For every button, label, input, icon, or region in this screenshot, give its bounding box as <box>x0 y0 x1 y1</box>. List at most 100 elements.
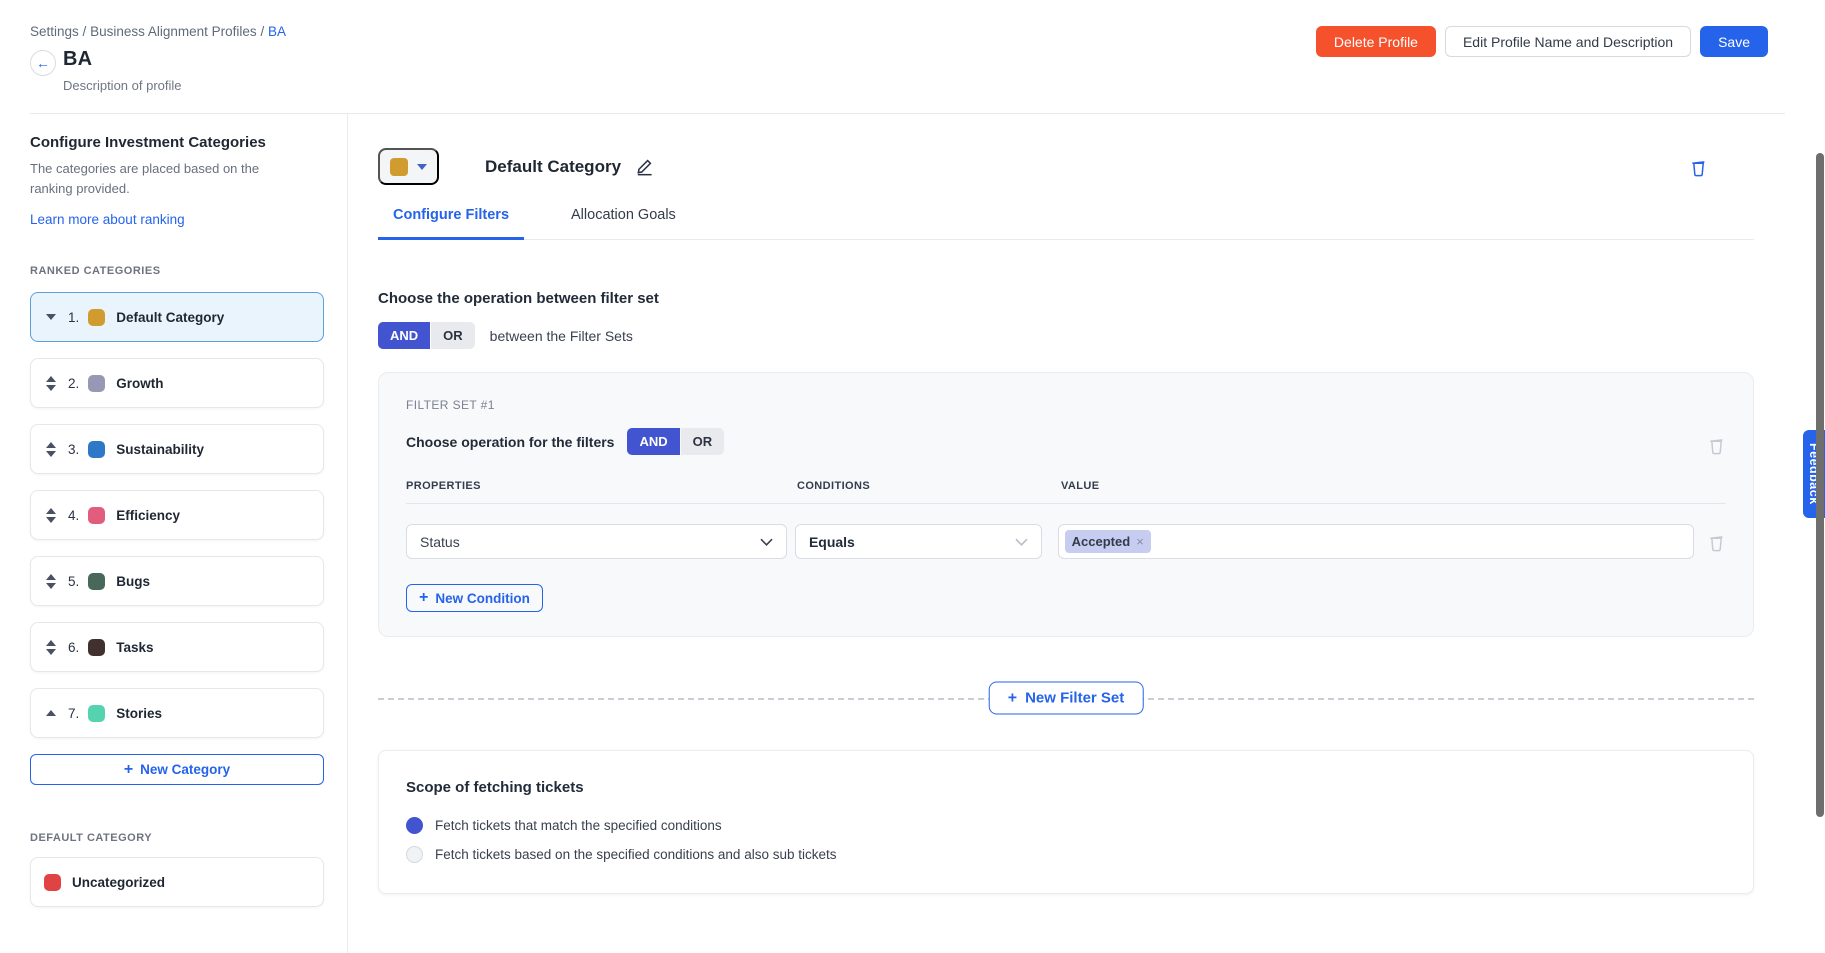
remove-tag-icon[interactable]: × <box>1136 534 1144 549</box>
color-swatch <box>390 158 408 176</box>
page: { "header": { "breadcrumb": { "root": "S… <box>0 0 1825 953</box>
tab-allocation-goals[interactable]: Allocation Goals <box>556 207 691 239</box>
new-category-label: New Category <box>140 762 230 777</box>
trash-icon <box>1707 532 1726 552</box>
filter-set-operation-row: AND OR between the Filter Sets <box>378 322 1754 349</box>
move-down-icon[interactable] <box>46 314 56 320</box>
reorder-arrows <box>43 574 59 589</box>
edit-profile-button[interactable]: Edit Profile Name and Description <box>1445 26 1691 57</box>
value-input[interactable]: Accepted × <box>1058 524 1694 559</box>
radio-selected-icon[interactable] <box>406 817 423 834</box>
learn-more-link[interactable]: Learn more about ranking <box>30 212 185 227</box>
category-item-growth[interactable]: 2. Growth <box>30 358 324 408</box>
breadcrumb-separator: / <box>83 24 87 39</box>
category-header: Default Category <box>378 148 1754 185</box>
move-up-icon[interactable] <box>46 508 56 514</box>
category-item-bugs[interactable]: 5. Bugs <box>30 556 324 606</box>
category-color-dot <box>44 874 61 891</box>
reorder-arrows <box>43 640 59 655</box>
sidebar-title: Configure Investment Categories <box>30 134 324 151</box>
main-panel: Default Category Configure Filters Alloc… <box>347 114 1825 953</box>
categories-sidebar: Configure Investment Categories The cate… <box>30 114 324 953</box>
breadcrumb-current[interactable]: BA <box>268 24 286 39</box>
trash-icon <box>1689 157 1708 177</box>
move-up-icon[interactable] <box>46 640 56 646</box>
move-up-icon[interactable] <box>46 376 56 382</box>
category-color-dot <box>88 639 105 656</box>
move-down-icon[interactable] <box>46 649 56 655</box>
or-toggle-option[interactable]: OR <box>681 428 725 455</box>
category-label: Uncategorized <box>72 875 165 890</box>
condition-select[interactable]: Equals <box>795 524 1042 559</box>
property-select-value: Status <box>420 534 460 550</box>
new-filter-set-button[interactable]: + New Filter Set <box>989 682 1144 715</box>
category-label: Tasks <box>116 640 153 655</box>
reorder-arrows <box>43 508 59 523</box>
move-up-icon[interactable] <box>46 574 56 580</box>
category-rank: 7. <box>68 706 79 721</box>
color-swatch-dropdown[interactable] <box>378 148 439 185</box>
condition-header-divider <box>406 503 1726 504</box>
category-label: Growth <box>116 376 163 391</box>
save-button[interactable]: Save <box>1700 26 1768 57</box>
filter-set-operation-suffix: between the Filter Sets <box>490 328 633 344</box>
tab-configure-filters[interactable]: Configure Filters <box>378 207 524 240</box>
condition-select-value: Equals <box>809 534 855 550</box>
category-item-uncategorized[interactable]: Uncategorized <box>30 857 324 907</box>
move-up-icon[interactable] <box>46 442 56 448</box>
move-up-icon[interactable] <box>46 710 56 716</box>
delete-filter-set-button[interactable] <box>1707 435 1726 455</box>
new-condition-label: New Condition <box>435 591 530 606</box>
move-down-icon[interactable] <box>46 517 56 523</box>
edit-category-name-button[interactable] <box>635 157 654 176</box>
value-tag: Accepted × <box>1065 530 1151 553</box>
value-column-header: VALUE <box>1061 480 1726 492</box>
scope-option-include-sub-tickets[interactable]: Fetch tickets based on the specified con… <box>406 846 1726 863</box>
trash-icon <box>1707 435 1726 455</box>
move-down-icon[interactable] <box>46 385 56 391</box>
category-item-stories[interactable]: 7. Stories <box>30 688 324 738</box>
new-category-button[interactable]: + New Category <box>30 754 324 785</box>
category-color-dot <box>88 441 105 458</box>
condition-row: Status Equals Accepted × <box>406 524 1726 559</box>
pencil-icon <box>635 157 654 176</box>
arrow-left-icon: ← <box>36 55 50 71</box>
and-toggle-option[interactable]: AND <box>378 322 430 349</box>
filters-and-or-toggle: AND OR <box>627 428 724 455</box>
scope-option-match-conditions[interactable]: Fetch tickets that match the specified c… <box>406 817 1726 834</box>
breadcrumb-section[interactable]: Business Alignment Profiles <box>90 24 257 39</box>
scope-card: Scope of fetching tickets Fetch tickets … <box>378 750 1754 894</box>
scope-heading: Scope of fetching tickets <box>406 779 1726 796</box>
category-rank: 5. <box>68 574 79 589</box>
back-button[interactable]: ← <box>30 50 56 76</box>
category-label: Sustainability <box>116 442 204 457</box>
conditions-column-header: CONDITIONS <box>797 480 1061 492</box>
property-select[interactable]: Status <box>406 524 787 559</box>
plus-icon: + <box>124 762 133 778</box>
vertical-scrollbar[interactable] <box>1816 153 1824 817</box>
category-rank: 3. <box>68 442 79 457</box>
plus-icon: + <box>1008 690 1017 706</box>
category-item-tasks[interactable]: 6. Tasks <box>30 622 324 672</box>
or-toggle-option[interactable]: OR <box>431 322 475 349</box>
category-item-efficiency[interactable]: 4. Efficiency <box>30 490 324 540</box>
move-down-icon[interactable] <box>46 583 56 589</box>
delete-profile-button[interactable]: Delete Profile <box>1316 26 1436 57</box>
reorder-arrows <box>43 376 59 391</box>
sidebar-subtitle: The categories are placed based on the r… <box>30 159 270 198</box>
filters-operation-label: Choose operation for the filters <box>406 434 614 450</box>
category-item-sustainability[interactable]: 3. Sustainability <box>30 424 324 474</box>
radio-unselected-icon[interactable] <box>406 846 423 863</box>
category-item-default-category[interactable]: 1. Default Category <box>30 292 324 342</box>
filter-operation-heading: Choose the operation between filter set <box>378 290 1754 307</box>
delete-condition-button[interactable] <box>1707 532 1726 552</box>
category-color-dot <box>88 375 105 392</box>
breadcrumb-settings[interactable]: Settings <box>30 24 79 39</box>
new-filter-set-label: New Filter Set <box>1025 690 1124 707</box>
plus-icon: + <box>419 590 428 606</box>
scope-option-label: Fetch tickets based on the specified con… <box>435 847 836 862</box>
new-condition-button[interactable]: + New Condition <box>406 584 543 612</box>
move-down-icon[interactable] <box>46 451 56 457</box>
and-toggle-option[interactable]: AND <box>627 428 679 455</box>
delete-category-button[interactable] <box>1689 157 1708 177</box>
